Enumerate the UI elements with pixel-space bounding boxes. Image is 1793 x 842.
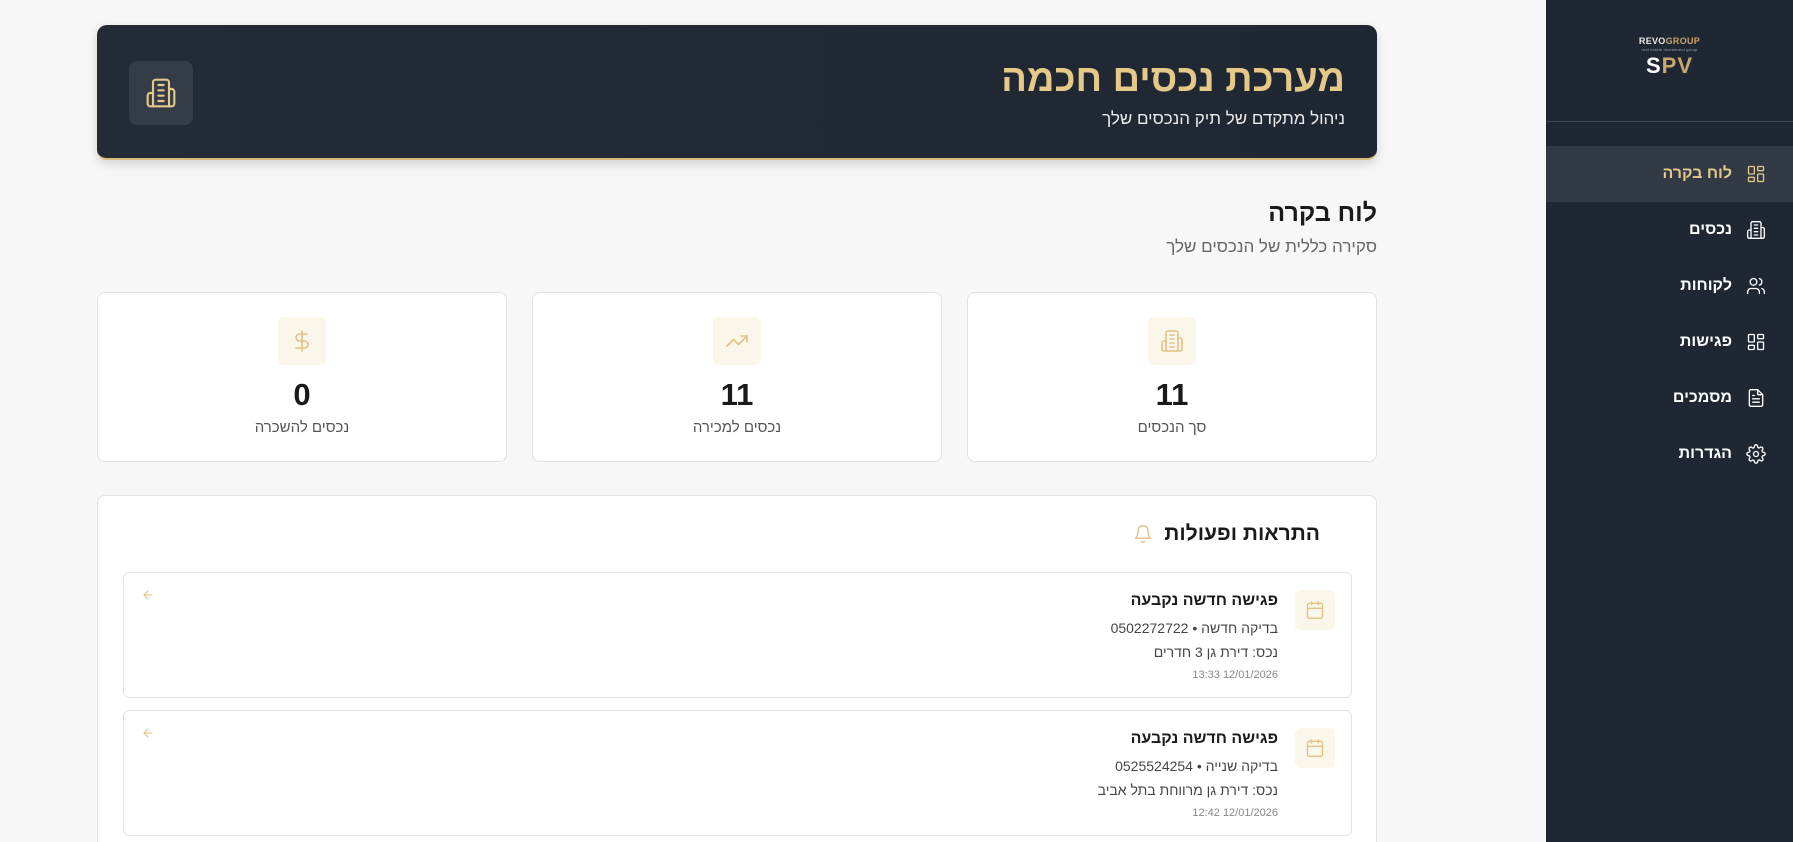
alert-detail: בדיקה שנייה • 0525524254 [1115, 758, 1278, 774]
brand-logo[interactable]: REVOGROUP real estate investment group S… [1546, 0, 1793, 122]
calendar-icon [1295, 590, 1335, 630]
sidebar-item-properties[interactable]: נכסים [1546, 202, 1793, 258]
dashboard-icon [1746, 164, 1766, 184]
alert-item[interactable]: פגישה חדשה נקבעה בדיקה שנייה • 052552425… [123, 710, 1352, 836]
building-icon [129, 61, 193, 125]
grid-icon [1746, 332, 1766, 352]
sidebar-item-label: פגישות [1679, 333, 1732, 350]
alert-property: נכס: דירת גן 3 חדרים [1153, 644, 1278, 660]
sidebar-item-documents[interactable]: מסמכים [1546, 370, 1793, 426]
bell-icon [1132, 523, 1154, 545]
alert-item[interactable]: פגישה חדשה נקבעה בדיקה חדשה • 0502272722… [123, 572, 1352, 698]
sidebar-item-label: לקוחות [1680, 277, 1732, 294]
sidebar-item-settings[interactable]: הגדרות [1546, 426, 1793, 482]
page-title: לוח בקרה [1268, 199, 1377, 227]
alerts-panel: התראות ופעולות פגישה חדשה נקבעה בדיקה חד… [97, 495, 1377, 842]
sidebar-item-clients[interactable]: לקוחות [1546, 258, 1793, 314]
alerts-title: התראות ופעולות [1164, 522, 1320, 545]
hero-banner: מערכת נכסים חכמה ניהול מתקדם של תיק הנכס… [97, 25, 1377, 160]
stat-card-for-rent: 0 נכסים להשכרה [97, 292, 507, 462]
stat-label: נכסים להשכרה [254, 419, 350, 436]
sidebar-item-label: לוח בקרה [1662, 165, 1732, 182]
main-content: מערכת נכסים חכמה ניהול מתקדם של תיק הנכס… [0, 0, 1546, 842]
stat-card-total-properties: 11 סך הנכסים [967, 292, 1377, 462]
sidebar-item-label: נכסים [1689, 221, 1732, 238]
alert-timestamp: 12/01/2026 12:42 [1192, 807, 1278, 819]
sidebar-item-meetings[interactable]: פגישות [1546, 314, 1793, 370]
building-icon [1746, 220, 1766, 240]
alert-title: פגישה חדשה נקבעה [1130, 730, 1278, 747]
sidebar-nav: לוח בקרה נכסים לקוחות פגישות מסמכים הגדר… [1546, 146, 1793, 482]
sidebar: REVOGROUP real estate investment group S… [1546, 0, 1793, 842]
alert-detail: בדיקה חדשה • 0502272722 [1110, 620, 1278, 636]
alert-title: פגישה חדשה נקבעה [1130, 592, 1278, 609]
sidebar-item-label: הגדרות [1678, 445, 1732, 462]
arrow-left-icon[interactable] [140, 725, 156, 741]
stat-value: 11 [1155, 377, 1189, 412]
building-icon [1148, 317, 1196, 365]
alerts-header: התראות ופעולות [1132, 522, 1320, 546]
document-icon [1746, 388, 1766, 408]
users-icon [1746, 276, 1766, 296]
stat-card-for-sale: 11 נכסים למכירה [532, 292, 942, 462]
dollar-icon [278, 317, 326, 365]
arrow-left-icon[interactable] [140, 587, 156, 603]
alert-timestamp: 12/01/2026 13:33 [1192, 669, 1278, 681]
gear-icon [1746, 444, 1766, 464]
logo-wordmark: SPV [1645, 53, 1694, 78]
stat-label: נכסים למכירה [692, 419, 782, 436]
hero-title: מערכת נכסים חכמה [1001, 58, 1345, 100]
stat-value: 11 [720, 377, 754, 412]
alert-property: נכס: דירת גן מרווחת בתל אביב [1097, 782, 1278, 798]
stat-value: 0 [293, 377, 311, 412]
sidebar-item-label: מסמכים [1672, 389, 1732, 406]
calendar-icon [1295, 728, 1335, 768]
logo-group-name: REVOGROUP [1638, 36, 1701, 46]
sidebar-item-dashboard[interactable]: לוח בקרה [1546, 146, 1793, 202]
page-subtitle: סקירה כללית של הנכסים שלך [1166, 237, 1377, 256]
trending-up-icon [713, 317, 761, 365]
stat-label: סך הנכסים [1137, 419, 1207, 436]
hero-subtitle: ניהול מתקדם של תיק הנכסים שלך [1102, 109, 1345, 128]
logo-tagline: real estate investment group [1641, 47, 1698, 52]
